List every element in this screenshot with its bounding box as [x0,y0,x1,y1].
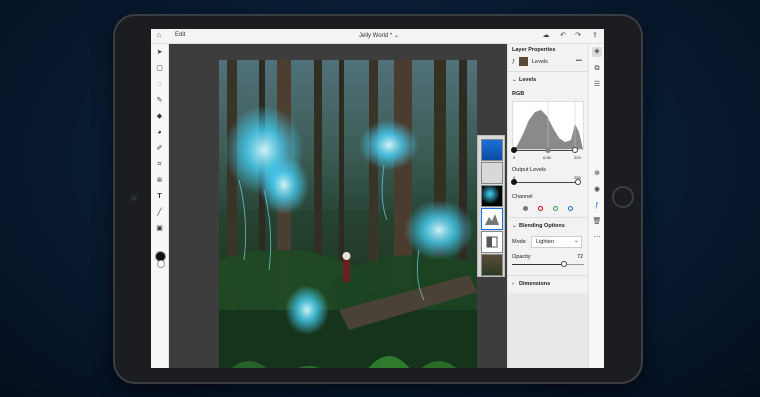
home-icon[interactable]: ⌂ [154,31,164,41]
channel-rgb-radio[interactable] [523,206,528,211]
right-toolbar: ◈ ⧉ ☰ ⊕ ◉ ƒ 🗑 ⋯ [588,44,604,368]
link-icon[interactable]: ƒ [592,201,602,211]
more-icon[interactable]: ••• [576,58,582,64]
layers-icon[interactable]: ◈ [592,47,602,57]
undo-icon[interactable]: ↶ [558,31,568,41]
adjustments-icon[interactable]: ☰ [592,80,602,90]
document-title-text: Jelly World * [359,33,393,39]
divider [508,275,588,276]
divider [508,71,588,72]
forest-scene [219,60,477,368]
input-low-value: 0 [513,155,516,160]
channel-title: Channel [512,194,533,200]
histogram-icon [485,214,499,225]
histogram-graph [513,102,583,149]
channel-label: RGB [512,91,525,97]
input-high-value: 224 [574,155,581,160]
input-midtone-point[interactable] [545,147,551,153]
properties-icon[interactable]: ⧉ [592,64,602,74]
blend-mode-label: Mode [512,239,526,245]
channel-green-radio[interactable] [553,206,558,211]
select-icon[interactable]: ▢ [154,63,165,74]
type-icon[interactable]: T [154,191,165,202]
eraser-icon[interactable]: ◆ [154,111,165,122]
chevron-down-icon[interactable]: ⌄ [512,77,517,83]
input-mid-value: 0.96 [543,155,551,160]
chevron-down-icon[interactable]: ⌄ [512,223,517,229]
panel-title: Layer Properties [512,47,556,53]
input-black-point[interactable] [511,147,517,153]
output-levels-track[interactable] [514,182,578,183]
lasso-icon[interactable]: ◌ [154,79,165,90]
canvas-area[interactable] [169,44,507,368]
layer-name: Levels [532,59,548,65]
redo-icon[interactable]: ↷ [573,31,583,41]
dimensions-section-title[interactable]: Dimensions [519,281,550,287]
brush-icon[interactable]: ✎ [154,95,165,106]
fill-icon[interactable]: ◕ [154,127,165,138]
opacity-fill [512,264,564,265]
top-bar: ⌂ Edit Jelly World * ⌄ ☁ ↶ ↷ ⇪ [151,29,604,44]
layer-thumb-gray[interactable] [481,162,503,184]
panel-empty-area [508,293,588,368]
blend-mode-select[interactable]: Lighten ⌄ [531,236,582,248]
output-black-point[interactable] [511,179,517,185]
home-button[interactable] [612,186,634,208]
blend-mode-value: Lighten [536,239,555,245]
input-white-point[interactable] [572,147,578,153]
chevron-down-icon: ⌄ [393,33,399,39]
layer-thumb-levels[interactable] [481,208,503,230]
edit-menu[interactable]: Edit [175,32,185,38]
chevron-down-icon: ⌄ [574,238,579,244]
layer-thumb-jellyfish[interactable] [481,185,503,207]
background-color-swatch[interactable] [157,260,165,268]
channel-red-radio[interactable] [538,206,543,211]
levels-adjust-icon: ƒ [512,59,516,65]
healing-icon[interactable]: ✐ [154,143,165,154]
line-icon[interactable]: ╱ [154,207,165,218]
layer-thumb-adjustment[interactable] [481,231,503,253]
layer-thumb-forest[interactable] [481,254,503,276]
document-title[interactable]: Jelly World * ⌄ [359,32,399,39]
move-icon[interactable]: ➤ [154,47,165,58]
front-camera [131,195,137,201]
visibility-icon[interactable]: ◉ [592,185,602,195]
share-icon[interactable]: ⇪ [590,31,600,41]
opacity-label: Opacity [512,254,531,260]
crop-icon[interactable]: ⌗ [154,159,165,170]
channel-blue-radio[interactable] [568,206,573,211]
stamp-icon[interactable]: ⊛ [154,175,165,186]
left-toolbar: ➤ ▢ ◌ ✎ ◆ ◕ ✐ ⌗ ⊛ T ╱ ▣ [151,44,169,368]
contrast-icon [486,236,498,248]
levels-section-title[interactable]: Levels [519,77,536,83]
blending-section-title[interactable]: Blending Options [519,223,565,229]
layer-thumbnail [519,57,528,66]
output-levels-label: Output Levels [512,167,546,173]
app-screen: ⌂ Edit Jelly World * ⌄ ☁ ↶ ↷ ⇪ ➤ ▢ ◌ ✎ ◆… [151,29,604,368]
layer-thumb-blue-fill[interactable] [481,139,503,161]
forest-photo[interactable] [219,60,477,368]
layers-strip [477,135,505,277]
place-image-icon[interactable]: ▣ [154,223,165,234]
histogram [512,101,584,150]
divider [508,217,588,218]
output-white-point[interactable] [575,179,581,185]
cloud-icon[interactable]: ☁ [541,31,551,41]
add-icon[interactable]: ⊕ [592,169,602,179]
delete-icon[interactable]: 🗑 [592,217,602,227]
more-icon[interactable]: ⋯ [592,233,602,243]
chevron-right-icon[interactable]: › [512,281,514,287]
opacity-value: 72 [577,254,584,260]
properties-panel: Layer Properties ƒ Levels ••• ⌄ Levels R… [507,44,588,368]
opacity-slider-handle[interactable] [560,261,567,267]
